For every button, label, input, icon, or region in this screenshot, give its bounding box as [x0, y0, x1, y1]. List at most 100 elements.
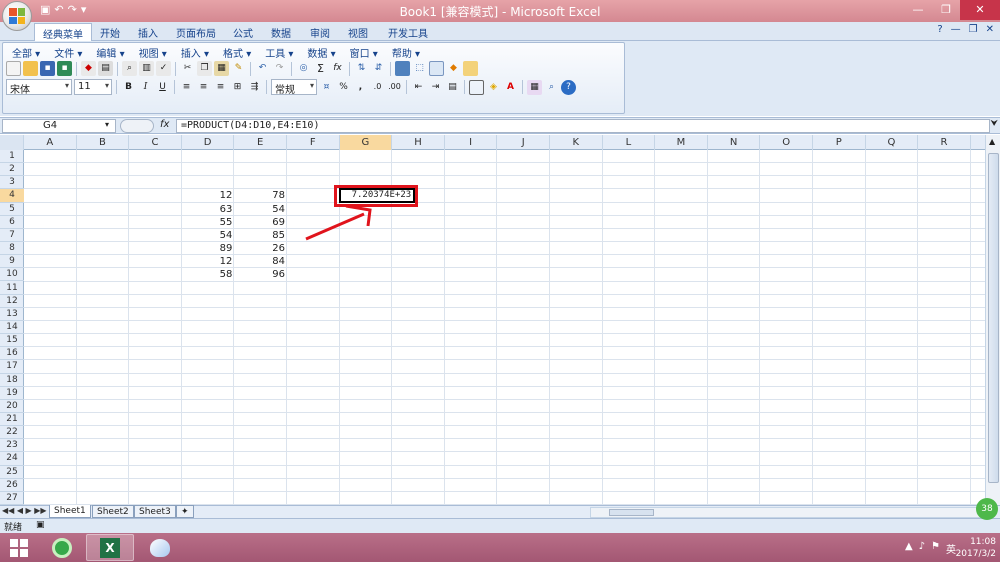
spelling-icon[interactable]: ✓ — [156, 61, 171, 76]
autosum-icon[interactable]: Σ — [313, 61, 328, 76]
percent-button[interactable]: % — [336, 80, 351, 95]
row-header-16[interactable]: 16 — [0, 347, 24, 361]
menu-help[interactable]: 帮助 ▾ — [385, 45, 427, 60]
zoom-badge[interactable]: 38 — [976, 498, 998, 520]
sheet-tab-3[interactable]: Sheet3 — [134, 505, 176, 518]
tab-page-layout[interactable]: 页面布局 — [168, 23, 224, 41]
minimize-button[interactable]: — — [904, 0, 932, 20]
action-center-icon[interactable]: ⚑ — [931, 541, 940, 556]
row-header-14[interactable]: 14 — [0, 321, 24, 335]
row-header-18[interactable]: 18 — [0, 374, 24, 387]
column-header-b[interactable]: B — [77, 135, 130, 150]
taskbar-paint-app[interactable] — [136, 534, 184, 561]
row-header-22[interactable]: 22 — [0, 426, 24, 440]
row-header-17[interactable]: 17 — [0, 360, 24, 374]
worksheet-grid[interactable]: ABCDEFGHIJKLMNOPQR 1 2 3 4 5 6 7 8 9 10 11 12 13 14 15… — [0, 135, 1000, 506]
row-header-27[interactable]: 27 — [0, 492, 24, 506]
underline-button[interactable]: U — [155, 80, 170, 95]
bold-button[interactable]: B — [121, 80, 136, 95]
row-header-8[interactable]: 8 — [0, 242, 24, 256]
folder-icon[interactable] — [463, 61, 478, 76]
close-button[interactable]: ✕ — [960, 0, 1000, 20]
expand-formula-icon[interactable]: ⮟ — [990, 119, 998, 129]
table-icon[interactable] — [429, 61, 444, 76]
column-header-l[interactable]: L — [603, 135, 656, 150]
row-header-26[interactable]: 26 — [0, 479, 24, 492]
row-header-9[interactable]: 9 — [0, 255, 24, 269]
align-center-icon[interactable]: ≡ — [196, 80, 211, 95]
menu-insert[interactable]: 插入 ▾ — [174, 45, 216, 60]
sort-ascending-icon[interactable]: ⇅ — [354, 61, 369, 76]
decrease-indent-icon[interactable]: ⇤ — [411, 80, 426, 95]
font-color-icon[interactable]: A — [503, 80, 518, 95]
print-preview-icon[interactable]: ⌕ — [122, 61, 137, 76]
chart-icon[interactable] — [395, 61, 410, 76]
insert-sheet-icon[interactable]: ✦ — [176, 505, 194, 518]
tab-view[interactable]: 视图 — [340, 23, 376, 41]
open-folder-icon[interactable] — [23, 61, 38, 76]
maximize-button[interactable]: ❐ — [932, 0, 960, 20]
row-header-2[interactable]: 2 — [0, 163, 24, 177]
row-header-25[interactable]: 25 — [0, 466, 24, 479]
new-file-icon[interactable] — [6, 61, 21, 76]
ribbon-restore-icon[interactable]: ❐ — [969, 24, 978, 35]
menu-all[interactable]: 全部 ▾ — [5, 45, 47, 60]
column-header-i[interactable]: I — [445, 135, 498, 150]
row-header-4[interactable]: 4 — [0, 189, 24, 203]
row-header-6[interactable]: 6 — [0, 216, 24, 229]
format-painter-icon[interactable]: ✎ — [231, 61, 246, 76]
font-name-combo[interactable]: 宋体 — [6, 79, 72, 96]
system-clock[interactable]: 11:08 2017/3/2 — [956, 536, 996, 560]
horizontal-scrollbar[interactable] — [590, 507, 985, 518]
cell-area[interactable]: 12 63 55 54 89 12 58 78 54 69 85 26 84 96 7.20374E+23 — [24, 150, 985, 505]
column-header-a[interactable]: A — [24, 135, 77, 150]
taskbar-ie-app[interactable] — [38, 534, 86, 561]
drawing-icon[interactable]: ⬚ — [412, 61, 427, 76]
number-format-combo[interactable]: 常规 — [271, 79, 317, 96]
formula-bar-splitter[interactable] — [120, 119, 154, 133]
permission-icon[interactable]: ▪ — [57, 61, 72, 76]
column-header-n[interactable]: N — [708, 135, 761, 150]
print-icon[interactable]: ▤ — [98, 61, 113, 76]
merge-center-icon[interactable]: ⊞ — [230, 80, 245, 95]
sheet-nav-icons[interactable]: ◀◀ ◀ ▶ ▶▶ — [2, 506, 47, 515]
italic-button[interactable]: I — [138, 80, 153, 95]
insert-function-icon[interactable]: fx — [330, 61, 345, 76]
row-header-15[interactable]: 15 — [0, 334, 24, 348]
scroll-up-icon[interactable]: ▲ — [989, 137, 995, 146]
taskbar-excel-app[interactable]: X — [86, 534, 134, 561]
column-header-h[interactable]: H — [392, 135, 445, 150]
row-header-23[interactable]: 23 — [0, 439, 24, 453]
font-size-combo[interactable]: 11 — [74, 79, 112, 95]
row-header-13[interactable]: 13 — [0, 308, 24, 321]
ime-indicator[interactable]: 英 — [946, 541, 956, 556]
undo-toolbar-icon[interactable]: ↶ — [255, 61, 270, 76]
vertical-scroll-thumb[interactable] — [988, 153, 999, 483]
menu-data[interactable]: 数据 ▾ — [300, 45, 342, 60]
copy-icon[interactable]: ❐ — [197, 61, 212, 76]
column-header-g[interactable]: G — [339, 135, 393, 150]
sheet-tab-1[interactable]: Sheet1 — [49, 505, 91, 518]
shapes-icon[interactable]: ◆ — [446, 61, 461, 76]
insert-function-button[interactable]: fx — [160, 119, 169, 130]
tab-formulas[interactable]: 公式 — [225, 23, 261, 41]
paste-icon[interactable]: ▦ — [214, 61, 229, 76]
column-header-f[interactable]: F — [287, 135, 340, 150]
sort-descending-icon[interactable]: ⇵ — [371, 61, 386, 76]
volume-icon[interactable]: ♪ — [919, 541, 925, 556]
currency-icon[interactable]: ¤ — [319, 80, 334, 95]
column-header-r[interactable]: R — [918, 135, 971, 150]
increase-decimal-icon[interactable]: .0 — [370, 80, 385, 95]
row-header-11[interactable]: 11 — [0, 282, 24, 295]
help-icon[interactable]: ? — [937, 24, 942, 35]
row-header-19[interactable]: 19 — [0, 387, 24, 400]
tab-developer[interactable]: 开发工具 — [380, 23, 436, 41]
tab-home[interactable]: 开始 — [92, 23, 128, 41]
align-right-icon[interactable]: ≡ — [213, 80, 228, 95]
save-icon[interactable]: ▪ — [40, 61, 55, 76]
office-button[interactable] — [2, 1, 32, 31]
research-icon[interactable]: ▥ — [139, 61, 154, 76]
vertical-scrollbar[interactable]: ▲ — [985, 135, 1000, 505]
menu-tools[interactable]: 工具 ▾ — [258, 45, 300, 60]
name-box[interactable]: G4 — [2, 119, 116, 133]
